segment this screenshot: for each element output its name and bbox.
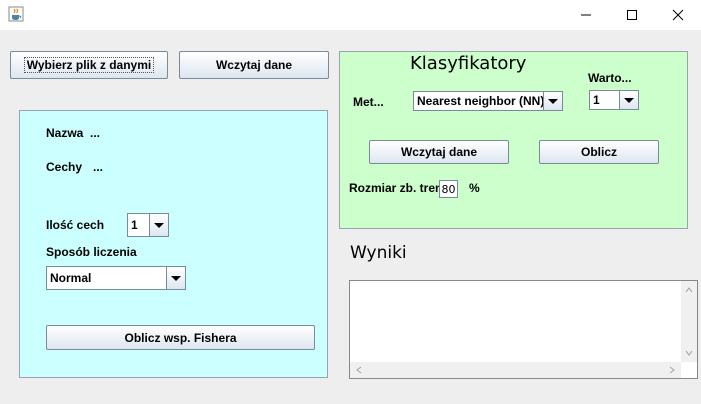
feature-count-label: Ilość cech (46, 218, 105, 232)
java-cup-icon[interactable] (8, 6, 24, 22)
fisher-button-label: Oblicz wsp. Fishera (124, 330, 237, 345)
horizontal-scrollbar[interactable] (350, 362, 681, 378)
close-icon (672, 9, 684, 21)
train-size-input[interactable]: 80 (439, 180, 458, 198)
chevron-down-icon (543, 92, 562, 110)
scroll-left-icon[interactable] (356, 366, 362, 374)
load-data-button[interactable]: Wczytaj dane (179, 51, 329, 79)
scroll-down-icon[interactable] (685, 350, 693, 356)
minimize-icon (581, 14, 591, 16)
choose-file-label: Wybierz plik z danymi (23, 57, 155, 73)
classifier-method-label: Met... (353, 95, 384, 109)
scroll-up-icon[interactable] (685, 287, 693, 293)
title-bar (0, 0, 701, 30)
maximize-icon (627, 10, 637, 20)
maximize-button[interactable] (609, 0, 655, 30)
value-label: Warto... (588, 71, 632, 85)
results-scroll-pane[interactable] (349, 280, 698, 379)
value-select-value: 1 (593, 93, 600, 107)
close-button[interactable] (655, 0, 701, 30)
name-label: Nazwa (46, 126, 84, 140)
classifiers-title: Klasyfikatory (410, 53, 527, 74)
chevron-down-icon (166, 267, 185, 289)
value-select[interactable]: 1 (589, 90, 639, 110)
feature-count-value: 1 (131, 218, 138, 232)
choose-file-button[interactable]: Wybierz plik z danymi (10, 51, 168, 79)
classifier-load-button[interactable]: Wczytaj dane (369, 140, 509, 164)
scroll-right-icon[interactable] (669, 366, 675, 374)
name-value: ... (90, 126, 101, 140)
features-value: ... (93, 160, 104, 174)
features-label: Cechy (46, 160, 83, 174)
classifier-method-value: Nearest neighbor (NN) (417, 94, 543, 108)
load-data-label: Wczytaj dane (215, 58, 293, 72)
classifier-load-label: Wczytaj dane (400, 145, 478, 159)
results-title: Wyniki (350, 243, 407, 263)
minimize-button[interactable] (563, 0, 609, 30)
method-value: Normal (50, 271, 92, 285)
compute-button[interactable]: Oblicz (539, 140, 659, 164)
results-text-area[interactable] (350, 281, 681, 362)
percent-label: % (469, 181, 480, 195)
method-label: Sposób liczenia (46, 245, 137, 259)
fisher-button[interactable]: Oblicz wsp. Fishera (46, 325, 315, 350)
chevron-down-icon (619, 91, 638, 109)
feature-count-select[interactable]: 1 (127, 213, 169, 237)
classifier-method-select[interactable]: Nearest neighbor (NN) (413, 91, 563, 111)
train-size-label: Rozmiar zb. tren (349, 181, 443, 195)
compute-label: Oblicz (580, 145, 617, 159)
method-select[interactable]: Normal (46, 266, 186, 290)
vertical-scrollbar[interactable] (681, 281, 697, 362)
chevron-down-icon (149, 214, 168, 236)
